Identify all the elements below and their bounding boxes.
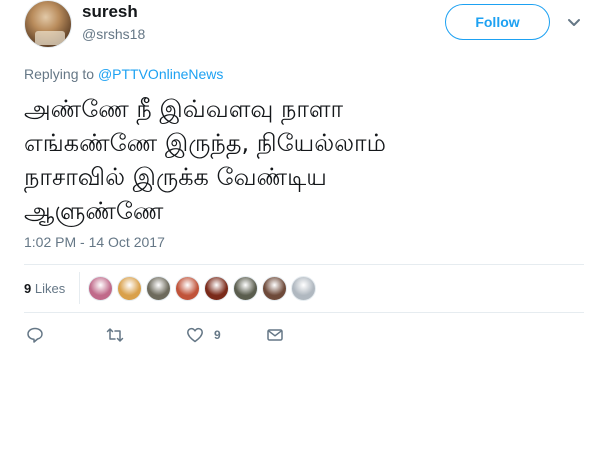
like-count: 9 xyxy=(214,328,221,342)
tweet-timestamp[interactable]: 1:02 PM - 14 Oct 2017 xyxy=(24,234,165,250)
divider xyxy=(24,312,584,313)
liker-avatar[interactable] xyxy=(146,276,171,301)
user-handle[interactable]: @srshs18 xyxy=(82,26,145,42)
reply-button[interactable] xyxy=(26,326,44,344)
liker-avatar[interactable] xyxy=(175,276,200,301)
direct-message-button[interactable] xyxy=(266,326,284,344)
like-button[interactable]: 9 xyxy=(186,326,221,344)
display-name[interactable]: suresh xyxy=(82,2,138,22)
reply-icon xyxy=(27,327,43,343)
reply-mention-link[interactable]: @PTTVOnlineNews xyxy=(98,66,223,82)
reply-context-prefix: Replying to xyxy=(24,66,98,82)
likers-avatar-list xyxy=(88,276,320,301)
likes-label: Likes xyxy=(31,281,66,296)
liker-avatar[interactable] xyxy=(233,276,258,301)
envelope-icon xyxy=(267,329,283,341)
follow-button[interactable]: Follow xyxy=(445,4,550,40)
divider xyxy=(79,272,80,304)
tweet-text: அண்ணே நீ இவ்வளவு நாளா எங்கண்ணே இருந்த, ந… xyxy=(24,95,386,225)
liker-avatar[interactable] xyxy=(88,276,113,301)
liker-avatar[interactable] xyxy=(204,276,229,301)
reply-context: Replying to @PTTVOnlineNews xyxy=(24,66,223,82)
avatar[interactable] xyxy=(24,0,72,48)
heart-icon xyxy=(187,327,203,343)
retweet-icon xyxy=(106,328,124,342)
liker-avatar[interactable] xyxy=(117,276,142,301)
chevron-down-icon[interactable] xyxy=(566,14,582,30)
liker-avatar[interactable] xyxy=(262,276,287,301)
divider xyxy=(24,264,584,265)
likes-stat[interactable]: 9 Likes xyxy=(24,281,65,296)
retweet-button[interactable] xyxy=(106,326,124,344)
liker-avatar[interactable] xyxy=(291,276,316,301)
